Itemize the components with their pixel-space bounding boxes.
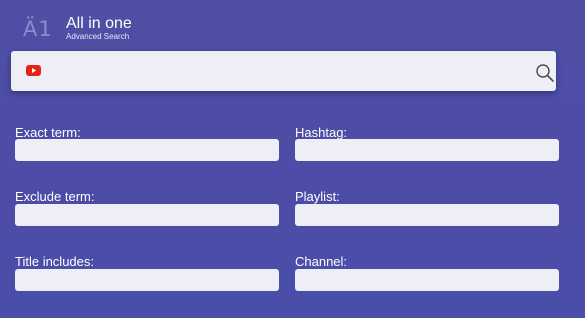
title-includes-label: Title includes: — [15, 254, 94, 269]
exclude-term-input[interactable] — [15, 204, 279, 226]
search-icon[interactable] — [535, 63, 555, 83]
youtube-icon[interactable] — [26, 65, 41, 76]
exclude-term-label: Exclude term: — [15, 189, 95, 204]
app-title: All in one — [66, 15, 132, 32]
channel-label: Channel: — [295, 254, 348, 269]
hashtag-label: Hashtag: — [295, 125, 348, 140]
playlist-label: Playlist: — [295, 189, 340, 204]
search-bar — [11, 51, 556, 91]
title-includes-input[interactable] — [15, 269, 279, 291]
channel-input[interactable] — [295, 269, 559, 291]
playlist-input[interactable] — [295, 204, 559, 226]
exact-term-input[interactable] — [15, 139, 279, 161]
hashtag-input[interactable] — [295, 139, 559, 161]
app-header: Ä1 All in one Advanced Search — [23, 15, 132, 42]
search-input[interactable] — [51, 57, 511, 85]
app-subtitle: Advanced Search — [66, 32, 130, 41]
header-titles: All in one Advanced Search — [66, 15, 132, 42]
exact-term-label: Exact term: — [15, 125, 81, 140]
app-logo: Ä1 — [23, 17, 53, 41]
